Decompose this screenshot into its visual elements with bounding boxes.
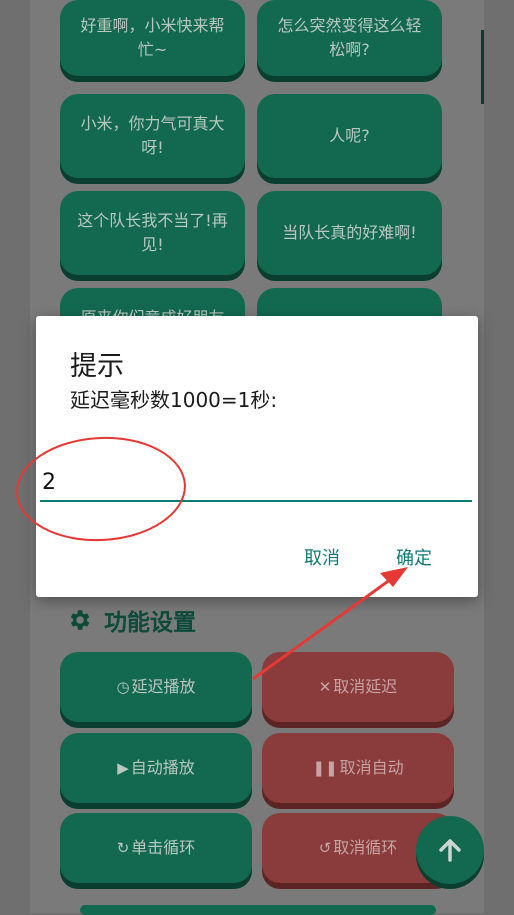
auto-play-button[interactable]: ▶ 自动播放	[60, 733, 252, 803]
sound-button-label: 当队长真的好难啊!	[282, 223, 417, 242]
sound-button[interactable]: 这个队长我不当了!再见!	[60, 191, 245, 275]
bottom-button-edge	[80, 905, 436, 915]
cancel-delay-button[interactable]: ✕ 取消延迟	[262, 652, 454, 722]
sound-button[interactable]: 好重啊，小米快来帮忙~	[60, 0, 245, 76]
sound-button[interactable]: 人呢?	[257, 94, 442, 178]
clock-icon: ◷	[116, 678, 130, 696]
delay-play-button[interactable]: ◷ 延迟播放	[60, 652, 252, 722]
dialog-title: 提示	[70, 351, 124, 382]
redo-icon: ↻	[116, 839, 130, 857]
gear-icon	[70, 610, 90, 630]
ok-button[interactable]: 确定	[396, 544, 432, 570]
cancel-delay-label: 取消延迟	[333, 677, 398, 696]
pause-icon: ❚❚	[312, 759, 338, 777]
arrow-up-icon	[439, 839, 461, 862]
cancel-button[interactable]: 取消	[304, 544, 340, 570]
sound-button-label: 人呢?	[329, 126, 370, 145]
settings-title-text: 功能设置	[104, 610, 196, 636]
single-loop-button[interactable]: ↻ 单击循环	[60, 813, 252, 883]
cancel-loop-label: 取消循环	[333, 838, 398, 857]
delay-play-label: 延迟播放	[131, 677, 196, 696]
sound-button-label: 这个队长我不当了!再见!	[77, 211, 228, 254]
settings-section-title: 功能设置	[66, 603, 196, 637]
scroll-top-button[interactable]	[416, 816, 484, 884]
sound-button-label: 怎么突然变得这么轻松啊?	[277, 16, 422, 59]
sound-button-label: 小米，你力气可真大呀!	[80, 114, 225, 157]
dialog-message: 延迟毫秒数1000=1秒:	[70, 388, 278, 412]
delay-input[interactable]	[40, 464, 472, 502]
sound-button-label: 好重啊，小米快来帮忙~	[80, 16, 225, 59]
sound-button[interactable]: 当队长真的好难啊!	[257, 191, 442, 275]
sound-button[interactable]: 怎么突然变得这么轻松啊?	[257, 0, 442, 76]
sound-button[interactable]: 小米，你力气可真大呀!	[60, 94, 245, 178]
close-icon: ✕	[318, 678, 332, 696]
auto-play-label: 自动播放	[130, 758, 195, 777]
delay-dialog: 提示 延迟毫秒数1000=1秒: 取消 确定	[36, 316, 478, 597]
cancel-auto-label: 取消自动	[339, 758, 404, 777]
undo-icon: ↺	[318, 839, 332, 857]
single-loop-label: 单击循环	[131, 838, 196, 857]
cancel-auto-button[interactable]: ❚❚ 取消自动	[262, 733, 454, 803]
play-icon: ▶	[117, 759, 129, 777]
scroll-edge	[481, 30, 484, 104]
